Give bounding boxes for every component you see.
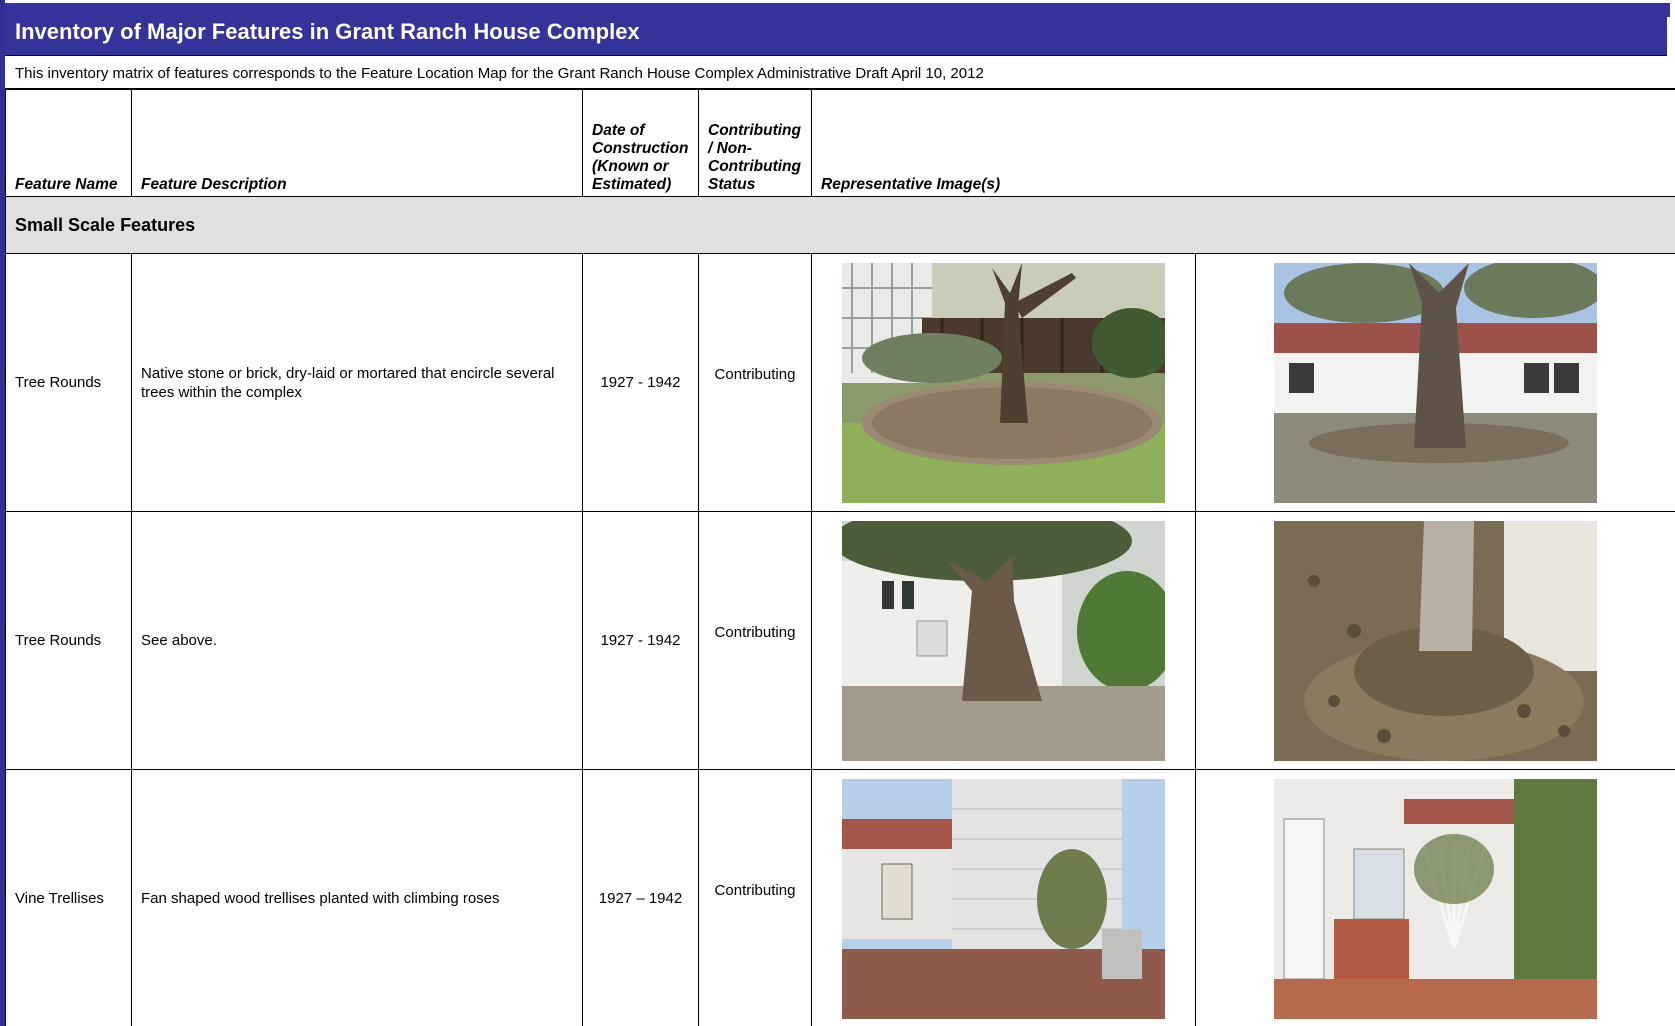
subtitle-row: This inventory matrix of features corres… <box>5 56 1675 89</box>
document-subtitle: This inventory matrix of features corres… <box>15 65 984 82</box>
image-cell <box>1195 769 1675 1026</box>
header-feature-description: Feature Description <box>131 89 583 197</box>
document-page: Inventory of Major Features in Grant Ran… <box>0 0 1675 1026</box>
image-cell <box>1195 511 1675 770</box>
section-title: Small Scale Features <box>5 196 1675 254</box>
feature-date: 1927 - 1942 <box>582 253 699 512</box>
inventory-table: Feature Name Feature Description Date of… <box>5 89 1675 1026</box>
title-bar: Inventory of Major Features in Grant Ran… <box>5 3 1670 57</box>
image-cell <box>811 253 1196 512</box>
feature-name: Vine Trellises <box>5 769 132 1026</box>
header-feature-name: Feature Name <box>5 89 132 197</box>
feature-date: 1927 – 1942 <box>582 769 699 1026</box>
feature-status: Contributing <box>698 511 812 770</box>
photo-fan-trellis-bay-window <box>1274 778 1598 1019</box>
title-bar-edge <box>1667 17 1670 57</box>
table-row: Tree Rounds See above. 1927 - 1942 Contr… <box>5 511 1675 770</box>
feature-name: Tree Rounds <box>5 253 132 512</box>
feature-description: See above. <box>131 511 583 770</box>
photo-tree-base-leaves <box>1274 520 1598 761</box>
image-cell <box>811 769 1196 1026</box>
table-row: Vine Trellises Fan shaped wood trellises… <box>5 769 1675 1026</box>
document-title: Inventory of Major Features in Grant Ran… <box>15 19 640 44</box>
feature-status: Contributing <box>698 253 812 512</box>
feature-name: Tree Rounds <box>5 511 132 770</box>
header-status: Contributing / Non-Contributing Status <box>698 89 812 197</box>
header-images: Representative Image(s) <box>811 89 1675 197</box>
photo-large-oak-white-house <box>842 520 1165 761</box>
feature-status: Contributing <box>698 769 812 1026</box>
feature-description: Fan shaped wood trellises planted with c… <box>131 769 583 1026</box>
image-cell <box>1195 253 1675 512</box>
table-row: Tree Rounds Native stone or brick, dry-l… <box>5 253 1675 512</box>
section-row: Small Scale Features <box>5 196 1675 254</box>
photo-tree-round-house-porch <box>1274 262 1598 503</box>
header-date: Date of Construction (Known or Estimated… <box>582 89 699 197</box>
feature-description: Native stone or brick, dry-laid or morta… <box>131 253 583 512</box>
feature-date: 1927 - 1942 <box>582 511 699 770</box>
table-header-row: Feature Name Feature Description Date of… <box>5 89 1675 197</box>
image-cell <box>811 511 1196 770</box>
photo-house-corner-trellis <box>842 778 1165 1019</box>
photo-tree-round-trellis-fence <box>842 262 1165 503</box>
